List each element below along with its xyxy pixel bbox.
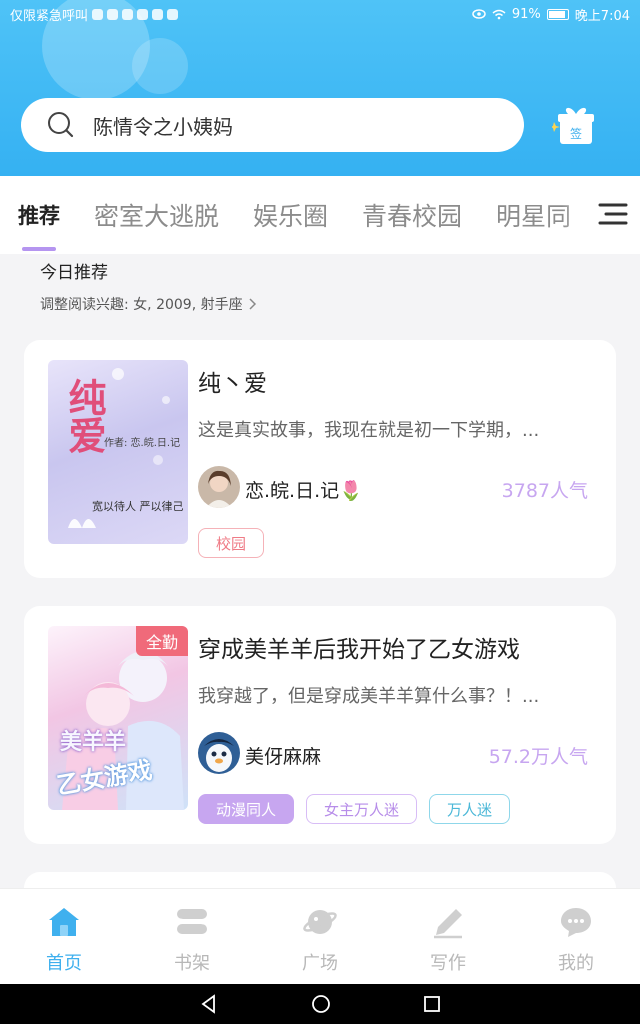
- eye-icon: [472, 9, 486, 19]
- menu-icon: [598, 203, 628, 225]
- home-circle-icon[interactable]: [311, 994, 331, 1014]
- book-description: 我穿越了，但是穿成美羊羊算什么事？！...: [198, 686, 540, 707]
- cover-decoration: [68, 368, 170, 528]
- status-bar: 仅限紧急呼叫 91% 晚上7:04: [0, 0, 640, 28]
- nav-home[interactable]: 首页: [0, 889, 128, 984]
- tab-label: 青春校园: [362, 202, 463, 231]
- nav-label: 书架: [174, 953, 210, 974]
- tab-label: 推荐: [18, 204, 60, 228]
- status-right: 91% 晚上7:04: [472, 5, 630, 24]
- book-card[interactable]: 纯爱 作者: 恋.皖.日.记 宽以待人 严以律己 纯丶爱 这是真实故事，我现在就…: [24, 340, 616, 578]
- recents-icon[interactable]: [423, 995, 441, 1013]
- notification-icon: [167, 8, 179, 20]
- author-name[interactable]: 恋.皖.日.记🌷: [245, 476, 363, 503]
- battery-icon: [546, 8, 569, 20]
- tab-label: 密室大逃脱: [94, 202, 220, 231]
- book-title: 穿成美羊羊后我开始了乙女游戏: [198, 637, 520, 663]
- search-icon: [45, 109, 77, 141]
- tab-escape-room[interactable]: 密室大逃脱: [77, 197, 236, 233]
- decor-bubble-small: [132, 38, 188, 94]
- chevron-right-icon: [249, 298, 256, 310]
- home-icon: [49, 908, 79, 936]
- system-navigation-bar: [0, 984, 640, 1024]
- bookshelf-icon: [176, 909, 208, 934]
- tag-chip[interactable]: 万人迷: [429, 794, 511, 824]
- bottom-navigation: 首页 书架 广场 写作 我的: [0, 888, 640, 984]
- nav-label: 写作: [430, 953, 466, 974]
- header: 仅限紧急呼叫 91% 晚上7:04 陈情令之小姨妈 签: [0, 0, 640, 176]
- nav-square[interactable]: 广场: [256, 889, 384, 984]
- nav-write[interactable]: 写作: [384, 889, 512, 984]
- notification-icon: [107, 8, 119, 20]
- author-avatar-image: [198, 732, 240, 774]
- chat-bubble-icon: [561, 908, 591, 937]
- book-title: 纯丶爱: [198, 371, 267, 397]
- attendance-badge: 全勤: [136, 626, 188, 656]
- nav-label: 广场: [302, 953, 338, 974]
- notification-icon: [152, 8, 164, 20]
- status-left: 仅限紧急呼叫: [10, 5, 179, 24]
- tab-recommend[interactable]: 推荐: [0, 200, 77, 251]
- author-name[interactable]: 美伢麻麻: [245, 742, 321, 769]
- clock: 晚上7:04: [574, 8, 630, 24]
- search-text: 陈情令之小姨妈: [93, 114, 233, 139]
- tab-active-indicator: [22, 247, 56, 251]
- tab-entertainment[interactable]: 娱乐圈: [236, 197, 345, 233]
- battery-percent: 91%: [511, 6, 541, 22]
- tag-list: 动漫同人 女主万人迷 万人迷: [198, 794, 511, 824]
- section-title: 今日推荐: [40, 263, 108, 283]
- avatar[interactable]: [198, 466, 240, 508]
- book-card[interactable]: 美羊羊 乙女游戏 全勤 穿成美羊羊后我开始了乙女游戏 我穿越了，但是穿成美羊羊算…: [24, 606, 616, 844]
- wifi-icon: [492, 9, 506, 19]
- interest-settings-link[interactable]: 调整阅读兴趣: 女, 2009, 射手座: [40, 294, 257, 314]
- notification-icon: [122, 8, 134, 20]
- category-menu-button[interactable]: [594, 196, 630, 232]
- nav-label: 首页: [46, 953, 82, 974]
- book-description: 这是真实故事，我现在就是初一下学期，...: [198, 420, 540, 441]
- gift-icon: 签: [550, 107, 594, 144]
- popularity-count: 57.2万人气: [488, 746, 588, 768]
- book-cover: 纯爱 作者: 恋.皖.日.记 宽以待人 严以律己: [48, 360, 188, 544]
- signin-label: 签: [570, 126, 582, 141]
- notification-icon: [137, 8, 149, 20]
- notification-icon: [92, 8, 104, 20]
- avatar[interactable]: [198, 732, 240, 774]
- search-input[interactable]: 陈情令之小姨妈: [21, 98, 524, 152]
- category-tabs: 推荐 密室大逃脱 娱乐圈 青春校园 明星同: [0, 176, 640, 254]
- back-icon[interactable]: [199, 994, 219, 1014]
- tab-label: 明星同: [496, 202, 572, 231]
- nav-profile[interactable]: 我的: [512, 889, 640, 984]
- tag-chip[interactable]: 女主万人迷: [306, 794, 418, 824]
- tab-label: 娱乐圈: [253, 202, 329, 231]
- tab-campus[interactable]: 青春校园: [345, 197, 479, 233]
- nav-bookshelf[interactable]: 书架: [128, 889, 256, 984]
- signin-button[interactable]: 签: [550, 102, 598, 148]
- pen-icon: [434, 909, 462, 939]
- emergency-call-text: 仅限紧急呼叫: [10, 8, 89, 24]
- nav-label: 我的: [558, 953, 594, 974]
- planet-icon: [303, 910, 337, 934]
- tag-list: 校园: [198, 528, 265, 558]
- interest-text: 调整阅读兴趣: 女, 2009, 射手座: [40, 297, 243, 313]
- tag-chip[interactable]: 动漫同人: [198, 794, 295, 824]
- cover-title: 美羊羊: [60, 730, 127, 755]
- tag-chip[interactable]: 校园: [198, 528, 265, 558]
- author-avatar-image: [198, 466, 240, 508]
- popularity-count: 3787人气: [501, 480, 588, 502]
